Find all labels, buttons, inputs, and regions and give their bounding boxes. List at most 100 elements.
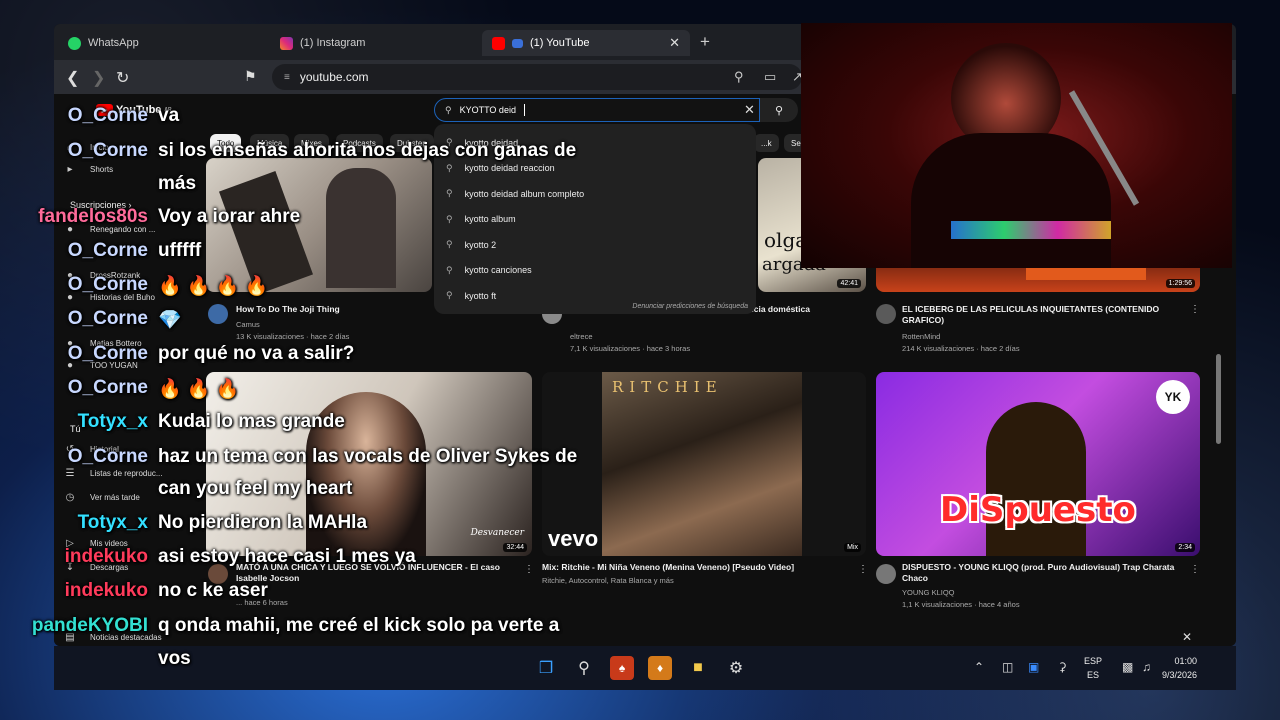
video-title[interactable]: EL ICEBERG DE LAS PELICULAS INQUIETANTES… xyxy=(902,304,1182,326)
news-icon: ▤ xyxy=(65,632,75,643)
back-icon[interactable]: ❮ xyxy=(66,68,79,88)
search-icon[interactable]: ⚲ xyxy=(572,656,596,680)
sidebar-channel[interactable]: ● Matias Bottero xyxy=(64,338,142,349)
language-indicator[interactable]: ESP ES xyxy=(1084,654,1102,682)
network-icon[interactable]: ▩ xyxy=(1122,660,1133,674)
sidebar-item-news[interactable]: ▤ Noticias destacadas xyxy=(64,632,161,643)
channel-name[interactable]: RottenMind xyxy=(902,332,940,342)
app-tray-icon[interactable]: ▣ xyxy=(1028,660,1039,674)
start-icon[interactable]: ❒ xyxy=(534,656,558,680)
video-thumbnail[interactable]: DiSpuesto YK 2:34 xyxy=(876,372,1200,556)
keyboard-rgb xyxy=(951,221,1111,239)
site-info-icon[interactable]: ≡ xyxy=(284,72,290,83)
you-heading[interactable]: Tú xyxy=(70,424,81,434)
suggestion-item[interactable]: ⚲ kyotto album xyxy=(434,207,756,233)
suggestion-text: kyotto canciones xyxy=(464,265,532,276)
subscriptions-heading[interactable]: Suscripciones › xyxy=(70,200,132,210)
chip-mixes[interactable]: Mixes xyxy=(294,134,329,152)
channel-avatar[interactable] xyxy=(208,564,228,584)
channel-avatar: ● xyxy=(66,224,74,235)
forward-icon[interactable]: ❯ xyxy=(92,68,105,88)
download-icon: ↧ xyxy=(65,562,75,573)
sidebar-channel[interactable]: ● TOO YUGAN xyxy=(64,360,138,371)
cast-icon[interactable]: ▭ xyxy=(764,69,776,85)
more-options-icon[interactable]: ⋮ xyxy=(1190,304,1200,315)
video-thumbnail[interactable]: RITCHIE vevo Mix xyxy=(542,372,866,556)
close-icon[interactable]: ✕ xyxy=(1182,630,1192,644)
channel-name[interactable]: ...logs xyxy=(236,586,256,596)
channel-name[interactable]: Ritchie, Autocontrol, Rata Blanca y más xyxy=(542,576,674,586)
sidebar-item-history[interactable]: ↺ Historial xyxy=(64,444,119,455)
system-clock[interactable]: 01:00 9/3/2026 xyxy=(1162,654,1197,682)
youtube-icon xyxy=(492,36,505,50)
suggestion-item[interactable]: ⚲ kyotto deidad album completo xyxy=(434,181,756,207)
channel-name[interactable]: Camus xyxy=(236,320,260,330)
suggestion-item[interactable]: ⚲ kyotto 2 xyxy=(434,232,756,258)
chip-more[interactable]: ...k xyxy=(754,134,779,152)
sidebar-item-playlists[interactable]: ☰ Listas de reproduc... xyxy=(64,468,163,479)
channel-avatar[interactable] xyxy=(208,304,228,324)
channel-name[interactable]: YOUNG KLIQQ xyxy=(902,588,955,598)
chevron-up-icon[interactable]: ⌃ xyxy=(974,660,984,674)
more-options-icon[interactable]: ⋮ xyxy=(858,564,868,575)
suggestion-item[interactable]: ⚲ kyotto deidad reaccion xyxy=(434,156,756,182)
usb-icon[interactable]: ◫ xyxy=(1002,660,1013,674)
chip-podcasts[interactable]: Podcasts xyxy=(336,134,383,152)
search-icon: ⚲ xyxy=(446,264,453,275)
chip-todo[interactable]: Todo xyxy=(210,134,242,152)
volume-icon[interactable]: ♫ xyxy=(1142,660,1151,674)
app-icon[interactable]: ⚙ xyxy=(724,656,748,680)
video-stats: ... hace 6 horas xyxy=(236,598,288,607)
zoom-icon[interactable]: ⚲ xyxy=(734,69,744,85)
vevo-logo: vevo xyxy=(548,526,599,551)
more-options-icon[interactable]: ⋮ xyxy=(1190,564,1200,575)
sidebar-item-shorts[interactable]: ▸ Shorts xyxy=(64,164,113,175)
address-bar[interactable]: ≡ youtube.com xyxy=(272,64,802,90)
more-options-icon[interactable]: ⋮ xyxy=(524,564,534,575)
tab-whatsapp[interactable]: WhatsApp xyxy=(58,30,268,56)
video-icon: ▷ xyxy=(66,538,74,549)
thumb-figure xyxy=(326,168,396,288)
video-title[interactable]: DISPUESTO - YOUNG KLIQQ (prod. Puro Audi… xyxy=(902,562,1192,584)
channel-avatar[interactable] xyxy=(876,564,896,584)
youtube-logo[interactable]: ▶ YouTube AR xyxy=(96,104,172,116)
report-predictions-link[interactable]: Denunciar predicciones de búsqueda xyxy=(632,303,748,310)
tab-instagram[interactable]: (1) Instagram xyxy=(270,30,480,56)
scrollbar-thumb[interactable] xyxy=(1216,354,1221,444)
tab-youtube[interactable]: (1) YouTube ✕ xyxy=(482,30,690,56)
sidebar-channel[interactable]: ● Renegando con ... xyxy=(64,224,155,235)
fl-studio-icon[interactable]: ♦ xyxy=(648,656,672,680)
video-thumbnail[interactable]: Desvanecer 32:44 xyxy=(206,372,532,556)
sidebar-item-downloads[interactable]: ↧ Descargas xyxy=(64,562,128,573)
close-tab-icon[interactable]: ✕ xyxy=(669,35,680,51)
bookmark-icon[interactable]: ⚑ xyxy=(244,68,257,85)
suggestion-text: kyotto deidad xyxy=(464,137,519,148)
new-tab-button[interactable]: + xyxy=(700,32,710,52)
channel-avatar[interactable] xyxy=(876,304,896,324)
sidebar-item-your-videos[interactable]: ▷ Mis videos xyxy=(64,538,128,549)
search-input[interactable]: ⚲ KYOTTO deid xyxy=(434,98,760,122)
reload-icon[interactable]: ↻ xyxy=(116,68,129,88)
chip-dubstep[interactable]: Dubstep xyxy=(390,134,434,152)
suggestion-item[interactable]: ⚲ kyotto canciones xyxy=(434,258,756,284)
sidebar-channel[interactable]: ● DrossRotzank xyxy=(64,270,140,281)
video-title[interactable]: Mix: Ritchie - Mi Niña Veneno (Menina Ve… xyxy=(542,562,842,573)
video-title[interactable]: How To Do The Joji Thing xyxy=(236,304,416,315)
video-thumbnail[interactable] xyxy=(206,158,432,292)
chip-music[interactable]: Música xyxy=(250,134,290,152)
brave-browser-icon[interactable]: ♠ xyxy=(610,656,634,680)
video-stats: 214 K visualizaciones · hace 2 días xyxy=(902,344,1020,353)
sidebar-label: Listas de reproduc... xyxy=(90,469,163,478)
sidebar-channel[interactable]: ● Historias del Buho xyxy=(64,292,155,303)
folder-icon[interactable]: ■ xyxy=(686,656,710,680)
sidebar-item-watch-later[interactable]: ◷ Ver más tarde xyxy=(64,492,140,503)
microphone-icon[interactable]: ⚳ xyxy=(1058,660,1067,674)
video-title[interactable]: MATÓ A UNA CHICA Y LUEGO SE VOLVIÓ INFLU… xyxy=(236,562,516,584)
thumb-figure xyxy=(986,402,1086,556)
search-button[interactable]: ⚲ xyxy=(760,98,798,122)
channel-name[interactable]: eltrece xyxy=(570,332,593,342)
sidebar-item-inicio[interactable]: ⌂ Inicio xyxy=(64,142,109,153)
clear-search-icon[interactable]: ✕ xyxy=(744,102,755,118)
video-duration: 2:34 xyxy=(1175,543,1195,552)
suggestion-item[interactable]: ⚲ kyotto deidad xyxy=(434,130,756,156)
